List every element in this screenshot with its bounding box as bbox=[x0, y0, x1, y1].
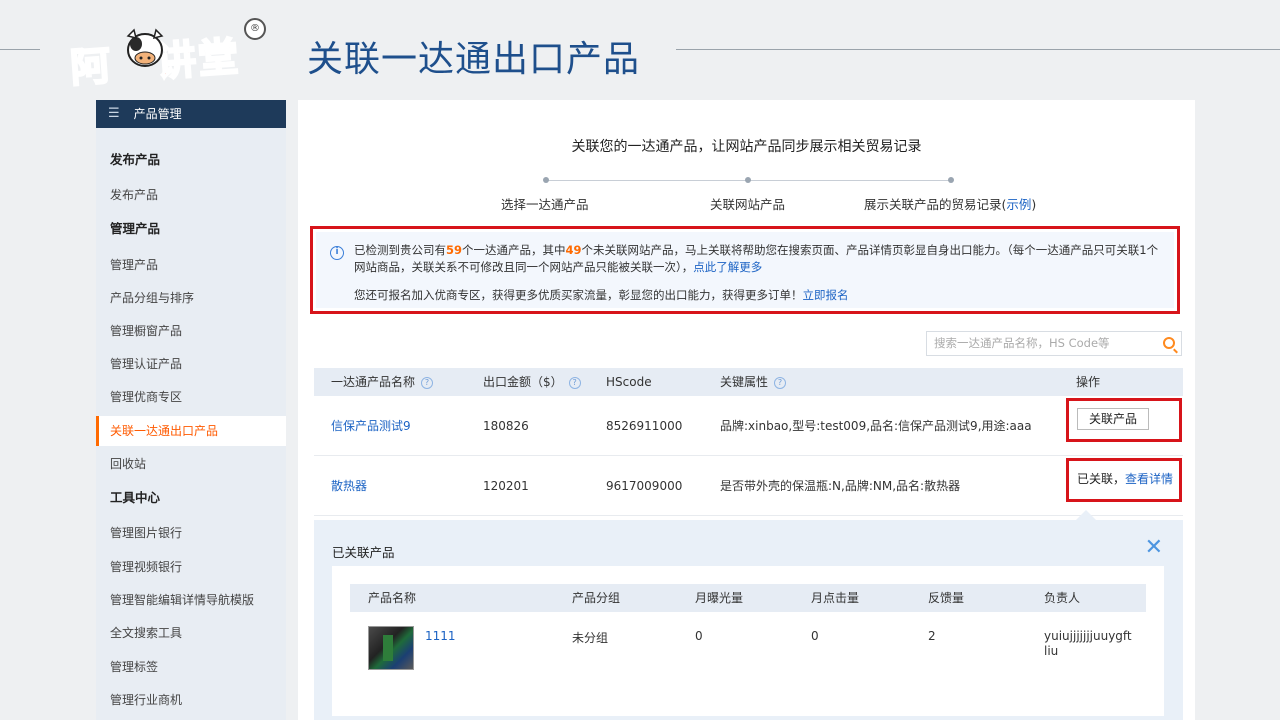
export-amount: 120201 bbox=[483, 479, 529, 493]
logo-text-a: 阿 bbox=[68, 42, 115, 93]
sidebar-item-showcase[interactable]: 管理橱窗产品 bbox=[96, 316, 286, 346]
sidebar-item-video-bank[interactable]: 管理视频银行 bbox=[96, 552, 286, 582]
key-attributes: 品牌:xinbao,型号:test009,品名:信保产品测试9,用途:aaa bbox=[720, 419, 1032, 433]
monthly-exposure: 0 bbox=[695, 629, 703, 643]
sidebar-group-manage: 管理产品 bbox=[110, 221, 161, 236]
table-row: 信保产品测试9 180826 8526911000 品牌:xinbao,型号:t… bbox=[314, 396, 1183, 456]
sidebar-item-manage-products[interactable]: 管理产品 bbox=[96, 250, 286, 280]
step-2-label: 关联网站产品 bbox=[710, 197, 786, 212]
sidebar-item-publish-product[interactable]: 发布产品 bbox=[96, 180, 286, 210]
close-icon[interactable]: ✕ bbox=[1145, 537, 1163, 559]
total-count: 59 bbox=[446, 243, 463, 257]
op-highlight-box: 已关联，查看详情 bbox=[1066, 458, 1182, 502]
expand-caret bbox=[1076, 510, 1096, 520]
main-panel: 关联您的一达通产品，让网站产品同步展示相关贸易记录 选择一达通产品 关联网站产品… bbox=[298, 100, 1195, 720]
help-icon[interactable]: ? bbox=[421, 377, 434, 389]
linked-table-header: 产品名称 产品分组 月曝光量 月点击量 反馈量 负责人 bbox=[350, 584, 1146, 612]
signup-link[interactable]: 立即报名 bbox=[803, 288, 849, 302]
col-header-hscode: HScode bbox=[606, 375, 652, 389]
col-header-feedback: 反馈量 bbox=[928, 591, 965, 605]
logo: 阿讲堂 ® bbox=[64, 16, 274, 93]
linked-status: 已关联， bbox=[1077, 472, 1126, 486]
sidebar-item-industry-leads[interactable]: 管理行业商机 bbox=[96, 685, 286, 715]
intro-text: 关联您的一达通产品，让网站产品同步展示相关贸易记录 bbox=[571, 139, 922, 155]
search-icon[interactable] bbox=[1163, 337, 1175, 349]
table-row: 散热器 120201 9617009000 是否带外壳的保温瓶:N,品牌:NM,… bbox=[314, 456, 1183, 516]
sidebar-item-fulltext-search[interactable]: 全文搜索工具 bbox=[96, 618, 286, 648]
search-placeholder: 搜索一达通产品名称，HS Code等 bbox=[934, 336, 1110, 350]
product-name-link[interactable]: 散热器 bbox=[331, 456, 367, 516]
hscode: 8526911000 bbox=[606, 419, 683, 433]
col-header-clicks: 月点击量 bbox=[811, 591, 860, 605]
sidebar-item-groups-sorting[interactable]: 产品分组与排序 bbox=[96, 283, 286, 313]
linked-product-name-link[interactable]: 1111 bbox=[425, 629, 456, 643]
col-header-exposure: 月曝光量 bbox=[695, 591, 744, 605]
col-header-amount: 出口金额（$）? bbox=[483, 368, 581, 396]
notice-text: 已检测到贵公司有59个一达通产品，其中49个未关联网站产品，马上关联将帮助您在搜… bbox=[354, 243, 1159, 274]
feedback-count: 2 bbox=[928, 629, 936, 643]
linked-table-row: 1111 未分组 0 0 2 yuiujjjjjjjuuygft liu bbox=[350, 612, 1146, 682]
table-header: 一达通产品名称? 出口金额（$）? HScode 关键属性? 操作 bbox=[314, 368, 1183, 396]
info-icon: i bbox=[330, 246, 344, 260]
learn-more-link[interactable]: 点此了解更多 bbox=[693, 260, 762, 274]
example-link[interactable]: 示例 bbox=[1006, 197, 1031, 212]
col-header-owner: 负责人 bbox=[1044, 591, 1081, 605]
sidebar-group-tools: 工具中心 bbox=[110, 490, 161, 505]
sidebar-item-link-export[interactable]: 关联一达通出口产品 bbox=[96, 416, 286, 446]
key-attributes: 是否带外壳的保温瓶:N,品牌:NM,品名:散热器 bbox=[720, 479, 961, 493]
search-input[interactable]: 搜索一达通产品名称，HS Code等 bbox=[926, 331, 1182, 356]
product-name-link[interactable]: 信保产品测试9 bbox=[331, 396, 411, 456]
hscode: 9617009000 bbox=[606, 479, 683, 493]
sidebar-item-tags[interactable]: 管理标签 bbox=[96, 652, 286, 682]
col-header-ops: 操作 bbox=[1076, 375, 1101, 389]
menu-icon: ☰ bbox=[108, 106, 120, 121]
sidebar-item-image-bank[interactable]: 管理图片银行 bbox=[96, 518, 286, 548]
op-highlight-box: 关联产品 bbox=[1066, 398, 1182, 442]
sidebar-header-label: 产品管理 bbox=[133, 107, 182, 121]
product-thumbnail[interactable] bbox=[368, 626, 414, 670]
notice-box: i 已检测到贵公司有59个一达通产品，其中49个未关联网站产品，马上关联将帮助您… bbox=[310, 226, 1180, 314]
sidebar-header[interactable]: ☰ 产品管理 bbox=[96, 100, 286, 128]
divider-left bbox=[0, 49, 40, 50]
sidebar-item-recycle-bin[interactable]: 回收站 bbox=[96, 449, 286, 479]
step-dot-1 bbox=[543, 177, 549, 183]
sidebar: ☰ 产品管理 发布产品 发布产品 管理产品 管理产品 产品分组与排序 管理橱窗产… bbox=[96, 100, 286, 720]
help-icon[interactable]: ? bbox=[568, 377, 581, 389]
notice-signup-text: 您还可报名加入优商专区，获得更多优质买家流量，彰显您的出口能力，获得更多订单！立… bbox=[354, 288, 849, 302]
unlinked-count: 49 bbox=[565, 243, 582, 257]
step-1-label: 选择一达通产品 bbox=[501, 197, 589, 212]
monthly-clicks: 0 bbox=[811, 629, 819, 643]
link-product-button[interactable]: 关联产品 bbox=[1077, 408, 1149, 430]
sidebar-group-publish: 发布产品 bbox=[110, 152, 161, 167]
help-icon[interactable]: ? bbox=[774, 377, 787, 389]
view-details-link[interactable]: 查看详情 bbox=[1125, 472, 1173, 486]
step-dot-2 bbox=[745, 177, 751, 183]
step-3-label: 展示关联产品的贸易记录(示例) bbox=[864, 197, 1037, 212]
sidebar-item-premium-zone[interactable]: 管理优商专区 bbox=[96, 382, 286, 412]
linked-products-panel: 已关联产品 ✕ 产品名称 产品分组 月曝光量 月点击量 反馈量 负责人 1111… bbox=[314, 520, 1183, 720]
slide-title: 关联一达通出口产品 bbox=[307, 39, 641, 80]
sidebar-item-smart-template[interactable]: 管理智能编辑详情导航模版 bbox=[96, 585, 286, 615]
col-header-product-name: 产品名称 bbox=[368, 591, 417, 605]
col-header-name: 一达通产品名称? bbox=[331, 368, 434, 396]
col-header-attrs: 关键属性? bbox=[720, 368, 787, 396]
step-dot-3 bbox=[948, 177, 954, 183]
registered-badge: ® bbox=[244, 18, 266, 40]
col-header-group: 产品分组 bbox=[572, 591, 621, 605]
export-amount: 180826 bbox=[483, 419, 529, 433]
sidebar-item-certified[interactable]: 管理认证产品 bbox=[96, 349, 286, 379]
linked-products-title: 已关联产品 bbox=[332, 545, 395, 560]
owner-name: yuiujjjjjjjuuygft liu bbox=[1044, 629, 1132, 658]
product-group: 未分组 bbox=[572, 631, 609, 645]
cow-mascot-icon bbox=[126, 28, 164, 67]
divider-right bbox=[676, 49, 1280, 50]
